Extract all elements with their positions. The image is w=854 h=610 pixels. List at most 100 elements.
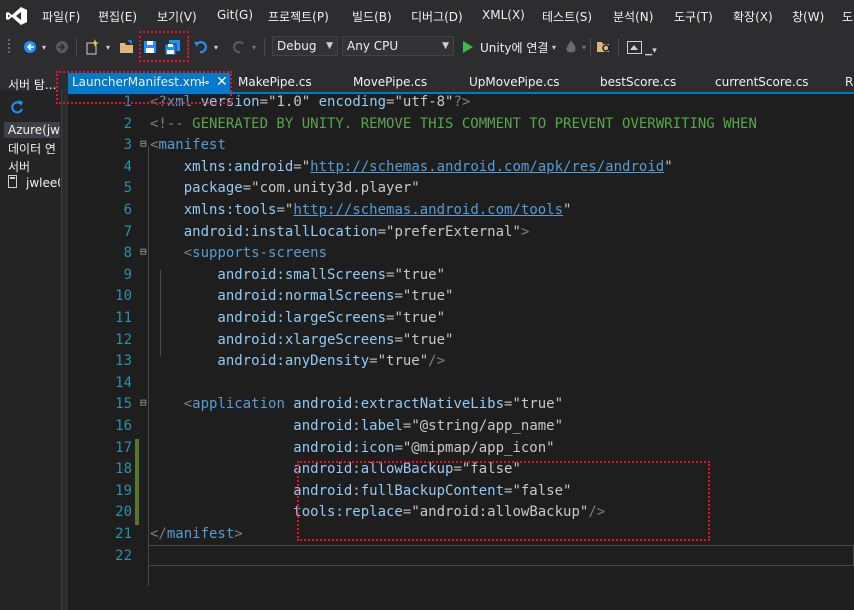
refresh-icon[interactable] xyxy=(10,99,24,118)
back-dropdown-icon[interactable]: ▾ xyxy=(40,38,48,56)
undo-icon[interactable] xyxy=(194,38,210,56)
code-token: = xyxy=(394,288,403,304)
tab-makepipe-cs[interactable]: MakePipe.cs xyxy=(238,73,312,94)
code-line[interactable]: 15 ⊟ <application android:extractNativeLi… xyxy=(68,396,854,417)
line-number: 11 xyxy=(115,310,132,326)
code-token: = xyxy=(394,440,403,456)
menu-item[interactable]: 프로젝트(P) xyxy=(268,8,329,25)
code-token: = xyxy=(377,224,387,240)
tree-item-data-connections[interactable]: 데이터 연 xyxy=(8,140,60,157)
tab-currentscore-cs[interactable]: currentScore.cs xyxy=(715,73,809,94)
menu-bar: 파일(F) 편집(E) 보기(V) Git(G) 프로젝트(P) 빌드(B) 디버그(D) X… xyxy=(0,0,854,32)
attach-unity-button[interactable]: Unity에 연결 xyxy=(480,39,548,56)
code-line[interactable]: 11 android:largeScreens="true" xyxy=(68,310,854,331)
code-text: android:installLocation="preferExternal"… xyxy=(150,224,530,240)
forward-icon[interactable] xyxy=(54,38,70,56)
menu-item[interactable]: 보기(V) xyxy=(157,8,197,25)
tab-movepipe-cs[interactable]: MovePipe.cs xyxy=(353,73,427,94)
tree-item-server-name[interactable]: jwlee0 xyxy=(26,176,60,190)
code-line[interactable]: 17 android:icon="@mipmap/app_icon" xyxy=(68,440,854,461)
menu-item[interactable]: 도 xyxy=(842,8,853,25)
collapse-icon[interactable]: ⊟ xyxy=(140,245,147,258)
toolbar-overflow-icon[interactable]: ▁▾ xyxy=(645,42,656,60)
code-line[interactable]: 13 android:anyDensity="true"/> xyxy=(68,353,854,374)
tab-upmovepipe-cs[interactable]: UpMovePipe.cs xyxy=(469,73,560,94)
hot-reload-dropdown-icon[interactable]: ▾ xyxy=(580,38,588,56)
panel-title[interactable]: 서버 탐... xyxy=(8,76,56,93)
run-dropdown-icon[interactable]: ▾ xyxy=(550,38,558,56)
code-line[interactable]: 4 xmlns:android="http://schemas.android.… xyxy=(68,159,854,180)
line-number: 9 xyxy=(123,267,132,283)
code-line[interactable]: 9 android:smallScreens="true" xyxy=(68,267,854,288)
menu-item[interactable]: 분석(N) xyxy=(613,8,653,25)
solution-platform-select[interactable]: Any CPU ▼ xyxy=(342,36,454,56)
line-number: 3 xyxy=(123,137,132,153)
code-token: android:installLocation xyxy=(150,224,378,240)
collapse-icon[interactable]: ⊟ xyxy=(140,137,147,150)
code-token: http://schemas.android.com/tools xyxy=(293,202,564,218)
collapse-icon[interactable]: ⊟ xyxy=(140,396,147,409)
solution-configuration-select[interactable]: Debug ▼ xyxy=(272,36,338,56)
new-dropdown-icon[interactable]: ▾ xyxy=(104,38,112,56)
code-line[interactable]: 10 android:normalScreens="true" xyxy=(68,288,854,309)
menu-item[interactable]: 파일(F) xyxy=(42,8,80,25)
menu-item[interactable]: 디버그(D) xyxy=(411,8,463,25)
menu-item[interactable]: Git(G) xyxy=(217,8,253,22)
start-play-icon[interactable] xyxy=(462,38,474,56)
tab-bestscore-cs[interactable]: bestScore.cs xyxy=(600,73,676,94)
code-token: = xyxy=(276,202,285,218)
tree-item-azure[interactable]: Azure(jwlee xyxy=(8,123,60,137)
code-line[interactable]: 5 package="com.unity3d.player" xyxy=(68,180,854,201)
code-text: android:largeScreens="true" xyxy=(150,310,445,326)
toolbar-grip[interactable] xyxy=(8,38,12,56)
code-line[interactable]: 6 xmlns:tools= "http://schemas.android.co… xyxy=(68,202,854,223)
code-token: "true" xyxy=(402,288,454,304)
code-text: android:normalScreens="true" xyxy=(150,288,453,304)
code-line[interactable]: 8 ⊟ <supports-screens xyxy=(68,245,854,266)
menu-item[interactable]: 빌드(B) xyxy=(352,8,392,25)
new-project-icon[interactable] xyxy=(84,38,100,56)
code-token: application xyxy=(192,396,285,412)
menu-item[interactable]: 테스트(S) xyxy=(542,8,592,25)
code-token: = xyxy=(293,159,302,175)
code-line[interactable]: 12 android:xlargeScreens="true" xyxy=(68,332,854,353)
code-token: xmlns:tools xyxy=(150,202,277,218)
code-line[interactable]: 3 ⊟ <manifest xyxy=(68,137,854,158)
redo-icon[interactable] xyxy=(230,38,246,56)
line-number: 6 xyxy=(123,202,132,218)
code-token: <!-- xyxy=(150,116,184,132)
visual-studio-logo-icon[interactable] xyxy=(6,6,28,26)
menu-item[interactable]: 확장(X) xyxy=(733,8,773,25)
code-text: android:xlargeScreens="true" xyxy=(150,332,453,348)
code-line[interactable]: 16 android:label="@string/app_name" xyxy=(68,418,854,439)
menu-item[interactable]: 창(W) xyxy=(792,8,824,25)
undo-dropdown-icon[interactable]: ▾ xyxy=(212,38,220,56)
menu-item[interactable]: 도구(T) xyxy=(674,8,713,25)
code-text: xmlns:android="http://schemas.android.co… xyxy=(150,159,673,175)
code-text: <supports-screens xyxy=(150,245,327,261)
code-line[interactable]: 7 android:installLocation="preferExterna… xyxy=(68,224,854,245)
redo-dropdown-icon[interactable]: ▾ xyxy=(250,38,258,56)
window-layout-icon[interactable] xyxy=(626,38,642,56)
menu-item[interactable]: XML(X) xyxy=(482,8,525,22)
find-in-files-icon[interactable] xyxy=(596,38,612,56)
code-line[interactable]: 22 xyxy=(68,548,854,569)
back-icon[interactable] xyxy=(22,38,38,56)
hot-reload-icon[interactable] xyxy=(564,38,578,56)
tree-item-servers[interactable]: 서버 xyxy=(8,158,60,175)
code-token: "@mipmap/app_icon" xyxy=(402,440,555,456)
code-token: /> xyxy=(428,353,446,369)
tab-overflow[interactable]: R xyxy=(845,73,853,94)
code-line[interactable]: 14 xyxy=(68,375,854,396)
code-text: android:label="@string/app_name" xyxy=(150,418,563,434)
standard-toolbar: ▾ ▾ ▾ ▾ Debug ▼ Any CPU ▼ Unity에 연결 ▾ ▾ xyxy=(0,32,854,62)
code-text: package="com.unity3d.player" xyxy=(150,180,420,196)
open-folder-icon[interactable] xyxy=(118,38,136,56)
code-line[interactable]: 2 <!-- GENERATED BY UNITY. REMOVE THIS CO… xyxy=(68,116,854,137)
code-token: = xyxy=(259,94,269,110)
code-token: "@string/app_name" xyxy=(411,418,564,434)
code-token: android:xlargeScreens xyxy=(150,332,395,348)
line-number: 14 xyxy=(115,375,132,391)
toolbar-separator xyxy=(590,38,591,56)
menu-item[interactable]: 편집(E) xyxy=(98,8,137,25)
